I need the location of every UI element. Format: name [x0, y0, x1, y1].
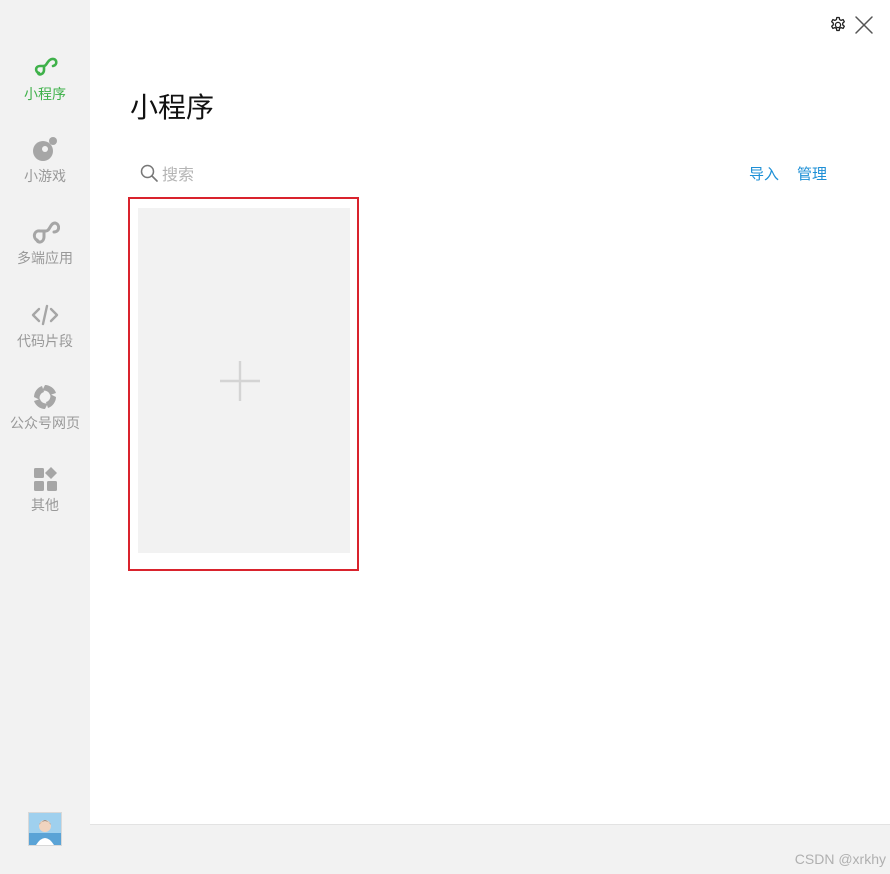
sidebar-item-multi-platform[interactable]: 多端应用 — [0, 217, 90, 287]
avatar-image — [29, 813, 61, 845]
manage-link[interactable]: 管理 — [797, 164, 827, 184]
import-link[interactable]: 导入 — [749, 164, 779, 184]
sidebar-item-mini-game[interactable]: 小游戏 — [0, 135, 90, 205]
mini-game-icon — [33, 137, 57, 161]
sidebar-item-other[interactable]: 其他 — [0, 464, 90, 534]
footer-bar: CSDN @xrkhy — [90, 824, 890, 874]
sidebar-item-code-snippets[interactable]: 代码片段 — [0, 300, 90, 370]
sidebar-item-label: 小游戏 — [24, 169, 66, 185]
sidebar-item-label: 公众号网页 — [10, 416, 80, 432]
search-icon — [140, 164, 158, 182]
grid-icon — [34, 467, 57, 491]
multi-platform-icon — [32, 221, 60, 244]
sidebar: 小程序 小游戏 多端应用 代码片段 公众号网页 其他 — [0, 0, 90, 874]
gear-icon[interactable] — [829, 16, 847, 34]
avatar[interactable] — [28, 812, 62, 846]
sidebar-item-label: 代码片段 — [17, 334, 73, 350]
app-window: 小程序 小游戏 多端应用 代码片段 公众号网页 其他 小程序 搜索 导入 管理 … — [0, 0, 890, 874]
code-icon — [31, 304, 59, 326]
search-bar — [140, 162, 440, 186]
highlight-annotation — [128, 197, 359, 571]
official-account-icon — [34, 385, 56, 409]
close-icon[interactable] — [854, 15, 874, 35]
page-title: 小程序 — [130, 91, 215, 124]
search-input[interactable] — [162, 162, 422, 186]
sidebar-item-official-account[interactable]: 公众号网页 — [0, 382, 90, 452]
watermark: CSDN @xrkhy — [794, 851, 886, 867]
sidebar-item-mini-program[interactable]: 小程序 — [0, 53, 90, 123]
sidebar-item-label: 小程序 — [24, 87, 66, 103]
mini-program-icon — [34, 57, 58, 76]
main-panel: 小程序 导入 管理 — [90, 0, 890, 824]
sidebar-item-label: 其他 — [31, 498, 59, 514]
sidebar-item-label: 多端应用 — [17, 251, 73, 267]
